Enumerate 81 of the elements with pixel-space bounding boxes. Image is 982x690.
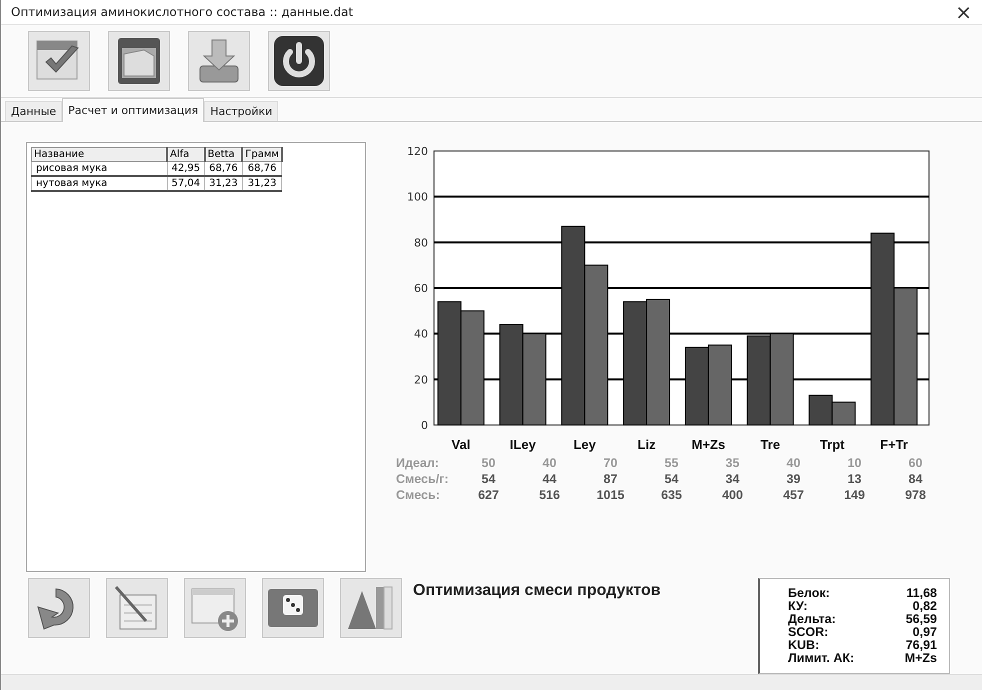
- toolbar-button[interactable]: [28, 578, 90, 638]
- toolbar-button[interactable]: [268, 31, 330, 91]
- power-icon: [273, 35, 325, 87]
- table-cell: рисовая мука: [32, 162, 167, 176]
- close-button[interactable]: ×: [949, 0, 978, 24]
- summary-label: KUB:: [788, 639, 820, 652]
- summary-label: КУ:: [788, 600, 809, 613]
- value-cell-text: 50: [480, 455, 496, 471]
- table-cell: 68,76: [204, 162, 242, 176]
- axis-tick-label: 100: [407, 190, 428, 204]
- axis-tick-label: 120: [407, 145, 428, 158]
- value-cell-text: 635: [660, 487, 683, 503]
- column-header[interactable]: Betta: [204, 148, 242, 162]
- summary-value: 56,59: [904, 613, 937, 626]
- category-label: Tre: [760, 437, 780, 452]
- column-header[interactable]: Название: [32, 148, 167, 162]
- summary-value: 76,91: [904, 639, 937, 652]
- summary-label: Белок:: [788, 587, 831, 600]
- category-label: Val: [452, 437, 470, 452]
- category-label: Ley: [573, 437, 596, 452]
- summary-value: 11,68: [905, 587, 937, 600]
- table-cell: 57,04: [167, 176, 205, 191]
- toolbar-button[interactable]: [108, 31, 170, 91]
- category-label: F+Tr: [880, 437, 908, 452]
- axis-tick-label: 0: [421, 419, 428, 432]
- summary-label: SCOR:: [788, 626, 828, 639]
- value-cell-text: 10: [846, 455, 862, 471]
- tab[interactable]: Расчет и оптимизация: [62, 98, 204, 122]
- category-label: M+Zs: [692, 437, 726, 452]
- value-cell-text: 40: [542, 455, 558, 471]
- table-cell: 42,95: [167, 162, 205, 176]
- column-header[interactable]: Alfa: [167, 148, 205, 162]
- value-cell-text: 457: [782, 487, 805, 503]
- tab[interactable]: Настройки: [204, 101, 278, 121]
- bar: [808, 394, 833, 426]
- value-cell-text: 1015: [596, 487, 626, 503]
- axis-tick-label: 20: [414, 373, 428, 386]
- tab[interactable]: Данные: [5, 101, 62, 121]
- value-cell-text: 400: [721, 487, 744, 503]
- value-cell-text: 34: [724, 471, 740, 487]
- table-cell: 31,23: [204, 176, 242, 191]
- value-cell-text: 149: [843, 487, 866, 503]
- value-cell-text: 35: [724, 455, 740, 471]
- value-cell-text: 54: [664, 471, 680, 487]
- table-cell: 31,23: [242, 176, 282, 191]
- value-cell-text: 627: [477, 487, 500, 503]
- category-label: Trpt: [820, 437, 844, 452]
- value-cell-text: 54: [480, 471, 496, 487]
- toolbar-button[interactable]: [188, 31, 250, 91]
- summary-label: Дельта:: [788, 613, 837, 626]
- axis-tick-label: 40: [414, 328, 428, 341]
- value-cell-text: 978: [904, 487, 927, 503]
- chart-title: Оптимизация смеси продуктов: [413, 582, 662, 600]
- row-label: Идеал:: [396, 455, 440, 471]
- category-label: Liz: [638, 437, 656, 452]
- value-cell-text: 84: [908, 471, 924, 487]
- value-cell-text: 55: [664, 455, 680, 471]
- table-cell: нутовая мука: [32, 176, 167, 191]
- summary-value: 0,82: [912, 600, 937, 613]
- axis-tick-label: 60: [414, 282, 428, 295]
- window-title: Оптимизация аминокислотного состава :: данные.dat: [11, 5, 354, 19]
- column-header[interactable]: Грамм: [242, 148, 282, 162]
- summary-label: Лимит. АК:: [788, 652, 856, 665]
- category-label: ILey: [510, 437, 536, 452]
- value-cell-text: 39: [786, 471, 802, 487]
- summary-value: 0,97: [912, 626, 937, 639]
- value-cell-text: 516: [538, 487, 561, 503]
- value-cell-text: 44: [542, 471, 558, 487]
- value-cell-text: 87: [602, 471, 618, 487]
- row-label: Смесь/г:: [396, 471, 450, 487]
- toolbar-button[interactable]: [106, 578, 168, 638]
- value-cell-text: 13: [846, 471, 862, 487]
- summary-value: M+Zs: [904, 652, 937, 665]
- bar: [832, 402, 856, 426]
- axis-tick-label: 80: [414, 236, 428, 250]
- table-cell: 68,76: [242, 162, 282, 176]
- row-label: Смесь:: [396, 487, 441, 503]
- value-cell-text: 70: [602, 455, 618, 471]
- value-cell-text: 60: [908, 455, 924, 471]
- value-cell-text: 40: [786, 455, 802, 471]
- toolbar-button[interactable]: [28, 31, 90, 91]
